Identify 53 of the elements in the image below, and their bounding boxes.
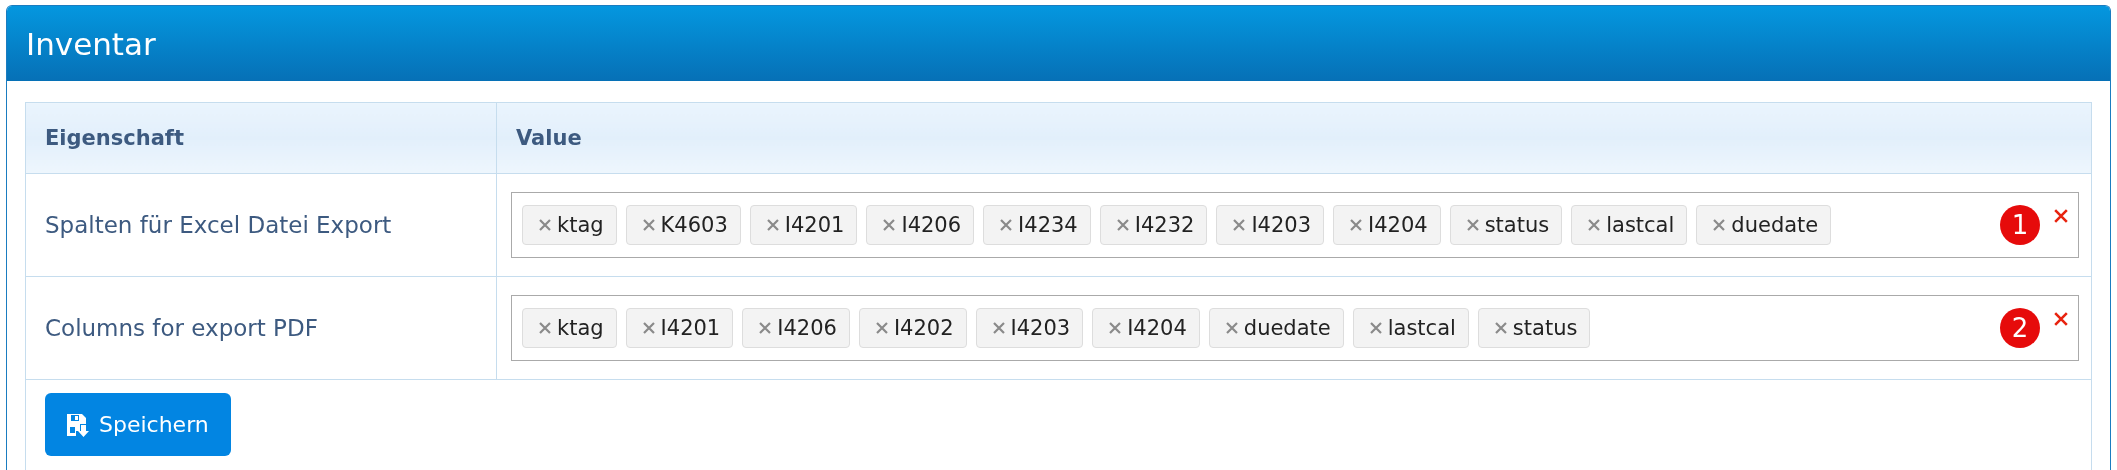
column-header: Eigenschaft [25,102,497,174]
tag-chip[interactable]: I4204 [1333,205,1441,245]
remove-icon[interactable] [1466,219,1479,231]
remove-icon[interactable] [539,219,551,231]
remove-icon[interactable] [1713,219,1726,231]
remove-icon[interactable] [1116,219,1129,231]
tag-chip[interactable]: K4603 [625,205,741,245]
remove-icon[interactable] [1350,219,1362,231]
remove-icon[interactable] [759,322,772,334]
tag-chip[interactable]: ktag [522,308,617,348]
remove-icon[interactable] [1494,322,1507,334]
tag-select-field[interactable]: ktag K4603 I4201 I4206 I4234 I4232 I4203 I4204 status lastcal duedate 1 [511,192,2079,258]
tag-chip[interactable]: I4234 [983,205,1091,245]
tag-chip[interactable]: duedate [1696,205,1832,245]
save-icon [65,411,91,438]
remove-icon[interactable] [1109,322,1122,334]
tag-chip[interactable]: lastcal [1571,205,1688,245]
tag-chip[interactable]: I4201 [625,308,734,348]
tag-chip[interactable]: lastcal [1352,308,1469,348]
remove-icon[interactable] [539,322,551,334]
remove-icon[interactable] [875,322,888,334]
clear-icon[interactable] [2054,209,2068,223]
tag-select-field[interactable]: ktag I4201 I4206 I4202 I4203 I4204 duedate lastcal status 2 [511,295,2079,361]
remove-icon[interactable] [1588,219,1601,231]
tag-chip[interactable]: I4203 [1216,205,1324,245]
tag-chip[interactable]: I4202 [858,308,967,348]
tag-chip[interactable]: ktag [522,205,617,245]
remove-icon[interactable] [1369,322,1382,334]
remove-icon[interactable] [992,322,1005,334]
tag-chip[interactable]: I4206 [866,205,975,245]
tag-chip[interactable]: status [1477,308,1591,348]
tag-chip[interactable]: I4203 [975,308,1084,348]
remove-icon[interactable] [766,219,779,231]
clear-icon[interactable] [2054,312,2068,326]
count-badge: 2 [2000,308,2040,348]
save-button[interactable]: Speichern [45,393,231,456]
count-badge: 1 [2000,205,2040,245]
tag-chip[interactable]: status [1449,205,1563,245]
remove-icon[interactable] [883,219,896,231]
tag-chip[interactable]: I4204 [1092,308,1200,348]
tag-chip[interactable]: duedate [1208,308,1344,348]
remove-icon[interactable] [642,219,655,231]
tag-chip[interactable]: I4206 [742,308,850,348]
tag-chip[interactable]: I4232 [1099,205,1208,245]
column-header: Value [496,102,2092,174]
property-label: Columns for export PDF [25,276,497,380]
remove-icon[interactable] [1233,219,1246,231]
remove-icon[interactable] [1000,219,1013,231]
remove-icon[interactable] [1225,322,1238,334]
property-label: Spalten für Excel Datei Export [25,173,497,277]
tag-chip[interactable]: I4201 [749,205,858,245]
panel-title: Inventar [26,25,156,62]
remove-icon[interactable] [642,322,655,334]
